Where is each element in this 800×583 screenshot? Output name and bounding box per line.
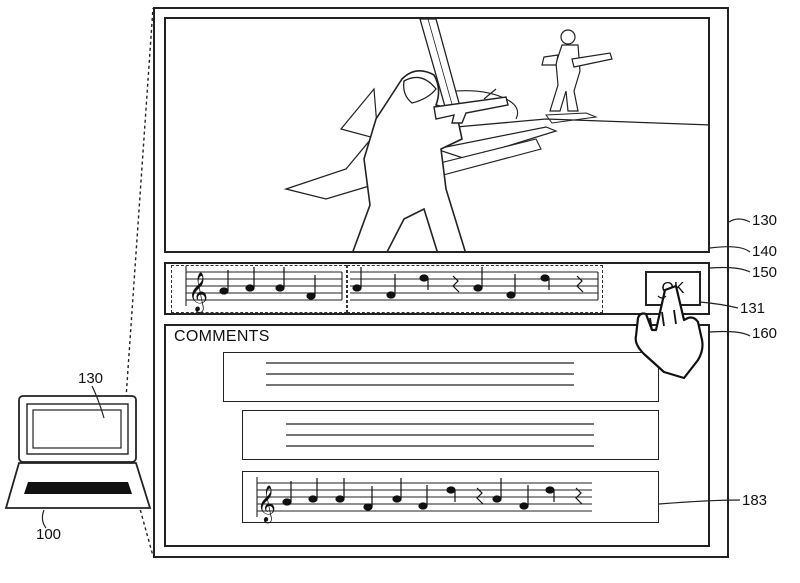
game-view-ref: 140: [752, 243, 778, 260]
music-comment-ref: 183: [742, 492, 768, 509]
reference-leaders: [658, 218, 751, 505]
display-ref: 130: [752, 212, 778, 229]
ok-button-ref: 131: [740, 300, 766, 317]
comments-panel-ref: 160: [752, 325, 778, 342]
music-bar-ref: 150: [752, 264, 778, 281]
